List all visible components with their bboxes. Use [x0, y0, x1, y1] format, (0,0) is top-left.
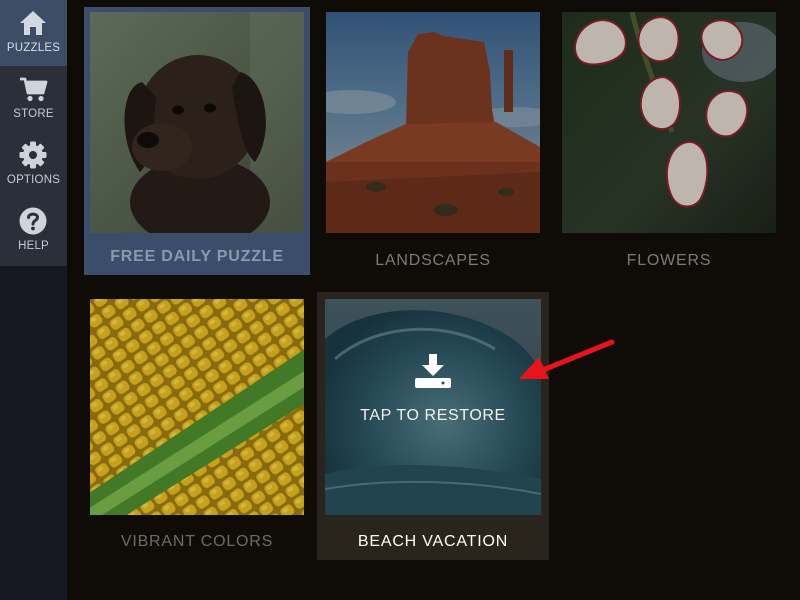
tile-label: LANDSCAPES [375, 252, 491, 269]
sidebar-item-store[interactable]: STORE [0, 66, 67, 132]
desert-butte-image [326, 12, 540, 233]
home-icon [20, 11, 46, 35]
cart-icon [20, 77, 48, 102]
sidebar-item-label: STORE [13, 108, 54, 120]
sidebar-item-label: HELP [18, 240, 49, 252]
tile-landscapes[interactable]: LANDSCAPES [320, 7, 546, 275]
tile-label: BEACH VACATION [357, 533, 509, 550]
help-icon [19, 207, 47, 235]
sidebar-item-options[interactable]: OPTIONS [0, 132, 67, 198]
tile-label: FLOWERS [626, 252, 712, 269]
download-icon [415, 354, 451, 388]
tile-free-daily-puzzle[interactable]: FREE DAILY PUZZLE [84, 7, 310, 275]
sidebar: PUZZLES STORE OPTIONS HELP [0, 0, 67, 600]
corn-image [90, 299, 304, 515]
tile-label: FREE DAILY PUZZLE [110, 248, 284, 265]
tile-label: VIBRANT COLORS [120, 533, 274, 550]
sidebar-item-label: OPTIONS [6, 174, 61, 186]
restore-label: TAP TO RESTORE [360, 407, 506, 424]
tile-beach-vacation[interactable]: TAP TO RESTORE BEACH VACATION [317, 292, 549, 560]
puppy-image [90, 12, 304, 233]
gear-icon [19, 141, 47, 169]
sidebar-item-label: PUZZLES [6, 42, 61, 54]
sidebar-item-puzzles[interactable]: PUZZLES [0, 0, 67, 66]
flowers-image [562, 12, 776, 233]
tile-vibrant-colors[interactable]: VIBRANT COLORS [84, 292, 310, 560]
annotation-arrow-icon [519, 339, 615, 379]
sidebar-item-help[interactable]: HELP [0, 198, 67, 264]
tile-flowers[interactable]: FLOWERS [556, 7, 782, 275]
app: PUZZLES STORE OPTIONS HELP FREE DAILY PU… [0, 0, 800, 600]
sidebar-nav: PUZZLES STORE OPTIONS HELP [0, 0, 67, 266]
